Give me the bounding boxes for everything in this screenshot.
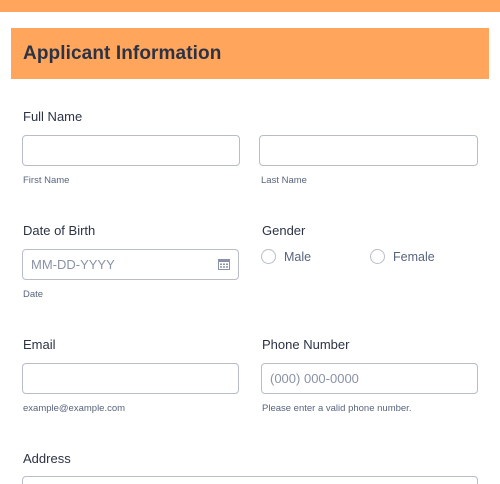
phone-input[interactable] xyxy=(261,363,478,394)
address-label: Address xyxy=(23,451,71,466)
last-name-sublabel: Last Name xyxy=(261,175,307,186)
male-radio-label: Male xyxy=(284,249,312,264)
gender-option-male[interactable]: Male xyxy=(261,249,311,264)
first-name-input[interactable] xyxy=(22,135,240,166)
full-name-label: Full Name xyxy=(23,109,83,124)
section-header: Applicant Information xyxy=(11,28,489,79)
phone-sublabel: Please enter a valid phone number. xyxy=(262,403,412,414)
dob-input[interactable] xyxy=(22,249,239,280)
dob-sublabel: Date xyxy=(23,289,44,300)
phone-label: Phone Number xyxy=(262,337,350,352)
email-input[interactable] xyxy=(22,363,239,394)
email-sublabel: example@example.com xyxy=(23,403,126,414)
first-name-sublabel: First Name xyxy=(23,175,70,186)
calendar-icon[interactable] xyxy=(218,259,230,270)
female-radio-label: Female xyxy=(393,249,435,264)
address-input[interactable] xyxy=(22,476,478,484)
email-label: Email xyxy=(23,337,56,352)
dob-label: Date of Birth xyxy=(23,223,96,238)
female-radio[interactable] xyxy=(370,249,385,264)
gender-label: Gender xyxy=(262,223,306,238)
male-radio[interactable] xyxy=(261,249,276,264)
gender-option-female[interactable]: Female xyxy=(370,249,435,264)
last-name-input[interactable] xyxy=(259,135,478,166)
top-accent-strip xyxy=(0,0,500,12)
section-title: Applicant Information xyxy=(23,42,222,64)
